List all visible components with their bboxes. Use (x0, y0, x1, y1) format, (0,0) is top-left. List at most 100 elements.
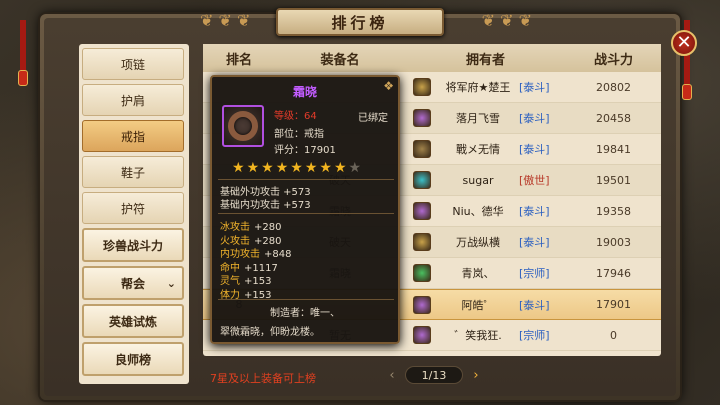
sidebar-item-label: 戒指 (120, 129, 145, 144)
sidebar-item[interactable]: 帮会 ⌄ (82, 266, 184, 300)
chevron-down-icon: ⌄ (166, 276, 176, 290)
power-cell: 20802 (596, 80, 631, 94)
header-item: 装备名 (320, 52, 360, 68)
divider (218, 179, 394, 180)
next-page-button[interactable]: › (469, 367, 483, 383)
star-rating: ★ ★ ★ ★ ★ ★ ★ ★ ★ (232, 161, 361, 175)
power-cell: 17901 (596, 298, 631, 311)
owner-name: 万战纵横 (456, 236, 500, 249)
star-icon: ★ (232, 160, 245, 176)
guild-tag: [泰斗] (519, 205, 550, 218)
power-cell: 19003 (596, 235, 631, 249)
item-slot: 部位：戒指 (274, 129, 324, 140)
header-rank: 排名 (225, 52, 252, 68)
sidebar-item-label: 鞋子 (120, 165, 145, 180)
right-lantern-icon (682, 84, 692, 100)
ring-icon (228, 111, 258, 141)
power-cell: 0 (610, 328, 617, 342)
guild-emblem-icon (413, 140, 431, 158)
chevron-right-icon: › (473, 367, 479, 383)
owner-name: 阿皓゜ (461, 298, 495, 312)
sidebar-item[interactable]: 英雄试炼 (82, 304, 184, 338)
level-value: 64 (304, 111, 317, 122)
window-title: 排行榜 (276, 8, 444, 36)
power-cell: 19841 (596, 142, 631, 156)
owner-name: 戰メ无情 (456, 143, 500, 156)
guild-tag: [泰斗] (519, 236, 550, 249)
owner-cell: Niu、德华 [泰斗] (405, 196, 566, 226)
owner-cell: 戰メ无情 [泰斗] (405, 134, 566, 164)
guild-emblem-icon (413, 109, 431, 127)
item-score: 评分：17901 (274, 145, 336, 156)
guild-emblem-icon (413, 202, 431, 220)
guild-tag: [傲世] (519, 174, 550, 187)
owner-cell: 万战纵横 [泰斗] (405, 227, 566, 257)
sidebar-item-label: 项链 (120, 57, 145, 72)
star-icon: ★ (275, 160, 289, 176)
star-icon: ★ (246, 160, 260, 176)
guild-tag: [泰斗] (519, 112, 550, 125)
guild-emblem-icon (413, 171, 431, 189)
chevron-left-icon: ‹ (389, 367, 395, 383)
owner-name: 将军府★楚王 (445, 81, 511, 94)
pagination: ‹ 1/13 › (385, 366, 483, 384)
right-ornament-icon: ❦ ❦ ❦ (481, 11, 532, 30)
owner-name: 青岚、 (461, 267, 495, 280)
guild-tag: [泰斗] (519, 298, 550, 312)
guild-emblem-icon (413, 264, 431, 282)
sidebar-item-label: 帮会 (120, 276, 145, 291)
sidebar-item[interactable]: 良师榜 (82, 342, 184, 376)
sidebar-item[interactable]: 鞋子 (82, 156, 184, 188)
power-cell: 17946 (596, 266, 631, 280)
table-header: 排名 装备名 拥有者 战斗力 (203, 44, 661, 72)
owner-cell: ゛笑我狂. [宗师] (405, 320, 566, 350)
sidebar-item[interactable]: 护肩 (82, 84, 184, 116)
level-label: 等级： (274, 111, 304, 122)
sidebar-item[interactable]: 护符 (82, 192, 184, 224)
left-tassel (20, 20, 26, 70)
left-ornament-icon: ❦ ❦ ❦ (200, 11, 251, 30)
divider (218, 299, 394, 300)
sidebar-item[interactable]: 项链 (82, 48, 184, 80)
star-icon: ★ (261, 160, 274, 176)
sidebar-item-label: 护符 (120, 201, 145, 216)
sidebar-item-label: 英雄试炼 (108, 314, 157, 329)
star-icon: ★ (348, 160, 362, 176)
sidebar-item[interactable]: 珍兽战斗力 (82, 228, 184, 262)
guild-emblem-icon (413, 78, 431, 96)
power-cell: 20458 (596, 111, 631, 125)
star-icon: ★ (319, 160, 332, 176)
power-cell: 19358 (596, 204, 631, 218)
category-sidebar: 项链护肩戒指鞋子护符珍兽战斗力帮会 ⌄ 英雄试炼良师榜 (79, 44, 189, 384)
owner-name: ゛笑我狂. (454, 329, 502, 342)
item-level: 等级：64 (274, 107, 317, 122)
owner-name: sugar (462, 173, 494, 187)
owner-cell: 将军府★楚王 [泰斗] (405, 72, 566, 102)
sidebar-item[interactable]: 戒指 (82, 120, 184, 152)
close-button[interactable]: ✕ (671, 30, 697, 56)
ring-item-icon (222, 105, 264, 147)
bound-status: 已绑定 (358, 113, 388, 124)
star-icon: ★ (304, 160, 318, 176)
guild-tag: [泰斗] (519, 143, 550, 156)
owner-name: 落月飞雪 (456, 112, 500, 125)
close-icon: ✕ (676, 32, 692, 53)
guild-emblem-icon (413, 326, 431, 344)
owner-cell: sugar [傲世] (405, 165, 566, 195)
guild-tag: [泰斗] (519, 81, 550, 94)
base-stat: 基础内功攻击 +573 (220, 200, 311, 211)
sidebar-item-label: 护肩 (120, 93, 145, 108)
header-owner: 拥有者 (465, 52, 505, 68)
item-description: 翠微霜晓，仰盼龙楼。 (220, 327, 320, 338)
owner-cell: 落月飞雪 [泰斗] (405, 103, 566, 133)
guild-emblem-icon (413, 295, 431, 314)
divider (218, 213, 394, 214)
page-indicator: 1/13 (405, 366, 463, 384)
header-power: 战斗力 (593, 52, 633, 68)
power-cell: 19501 (596, 173, 631, 187)
footer-note: 7星及以上装备可上榜 (210, 372, 316, 385)
prev-page-button[interactable]: ‹ (385, 367, 399, 383)
owner-name: Niu、德华 (452, 205, 504, 218)
owner-cell: 青岚、 [宗师] (405, 258, 566, 288)
guild-tag: [宗师] (519, 329, 550, 342)
